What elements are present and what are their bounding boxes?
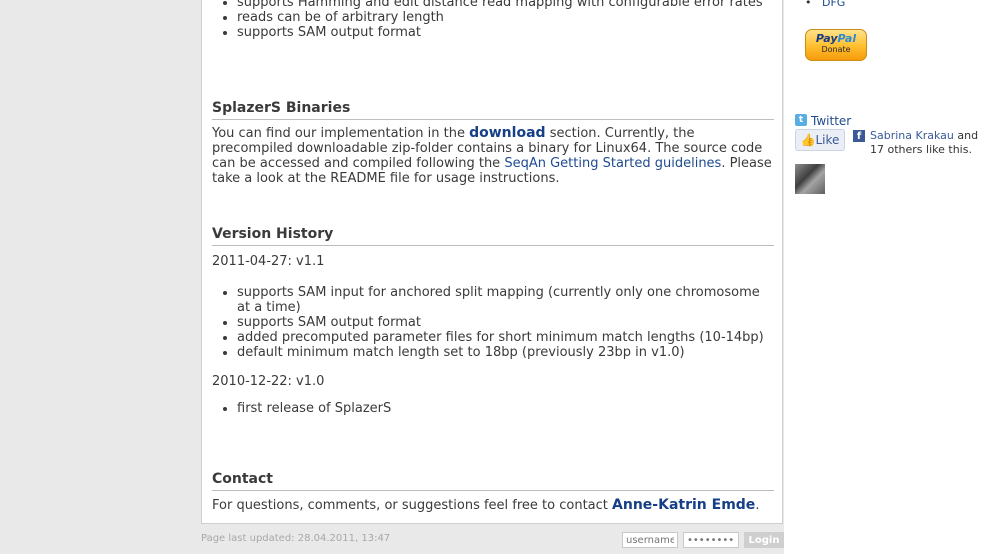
list-item: first release of SplazerS (237, 401, 774, 416)
paypal-logo: PayPal (815, 32, 857, 45)
twitter-link[interactable]: Twitter (811, 114, 851, 128)
content-panel: supports Hamming and edit distance read … (201, 0, 783, 524)
binaries-section: SplazerS Binaries You can find our imple… (212, 99, 774, 186)
last-updated-text: Page last updated: 28.04.2011, 13:47 (201, 533, 391, 544)
list-item: supports SAM output format (237, 315, 774, 330)
login-button[interactable]: Login (744, 532, 784, 548)
version-history-section: Version History 2011-04-27: v1.1 support… (212, 225, 774, 416)
version-title: 2010-12-22: v1.0 (212, 374, 325, 389)
version-changes-list: first release of SplazerS (212, 401, 774, 416)
contact-section: Contact For questions, comments, or sugg… (212, 470, 774, 513)
feature-list-section: supports Hamming and edit distance read … (212, 0, 774, 40)
username-input[interactable] (622, 532, 678, 548)
sidebar (784, 0, 998, 554)
contact-paragraph: For questions, comments, or suggestions … (212, 497, 760, 514)
facebook-like-button[interactable]: 👍Like (795, 129, 845, 151)
facebook-user-link[interactable]: Sabrina Krakau (870, 129, 954, 142)
binaries-paragraph: You can find our implementation in the d… (212, 125, 772, 187)
list-item: supports SAM input for anchored split ma… (237, 285, 774, 315)
paypal-donate-button[interactable]: PayPal Donate (805, 29, 867, 61)
list-item: supports Hamming and edit distance read … (237, 0, 774, 10)
list-item: supports SAM output format (237, 25, 774, 40)
facebook-like-text: Sabrina Krakau and 17 others like this. (870, 129, 979, 156)
contact-author-link[interactable]: Anne-Katrin Emde (612, 497, 755, 513)
facebook-icon: f (853, 130, 865, 142)
sidebar-list-item: • DFG (805, 0, 845, 9)
section-heading: SplazerS Binaries (212, 99, 774, 120)
section-heading: Contact (212, 470, 774, 491)
version-title: 2011-04-27: v1.1 (212, 254, 325, 269)
seqan-guidelines-link[interactable]: SeqAn Getting Started guidelines (504, 156, 721, 171)
section-heading: Version History (212, 225, 774, 246)
donate-label: Donate (821, 45, 851, 54)
password-input[interactable] (683, 532, 739, 548)
twitter-icon: t (795, 114, 807, 126)
list-item: reads can be of arbitrary length (237, 10, 774, 25)
version-changes-list: supports SAM input for anchored split ma… (212, 285, 774, 360)
thumbs-up-icon: 👍 (800, 133, 816, 147)
avatar[interactable] (795, 164, 825, 194)
download-link[interactable]: download (469, 125, 545, 141)
feature-list: supports Hamming and edit distance read … (212, 0, 774, 40)
list-item: default minimum match length set to 18bp… (237, 345, 774, 360)
dfg-link[interactable]: DFG (822, 0, 845, 9)
list-item: added precomputed parameter files for sh… (237, 330, 774, 345)
